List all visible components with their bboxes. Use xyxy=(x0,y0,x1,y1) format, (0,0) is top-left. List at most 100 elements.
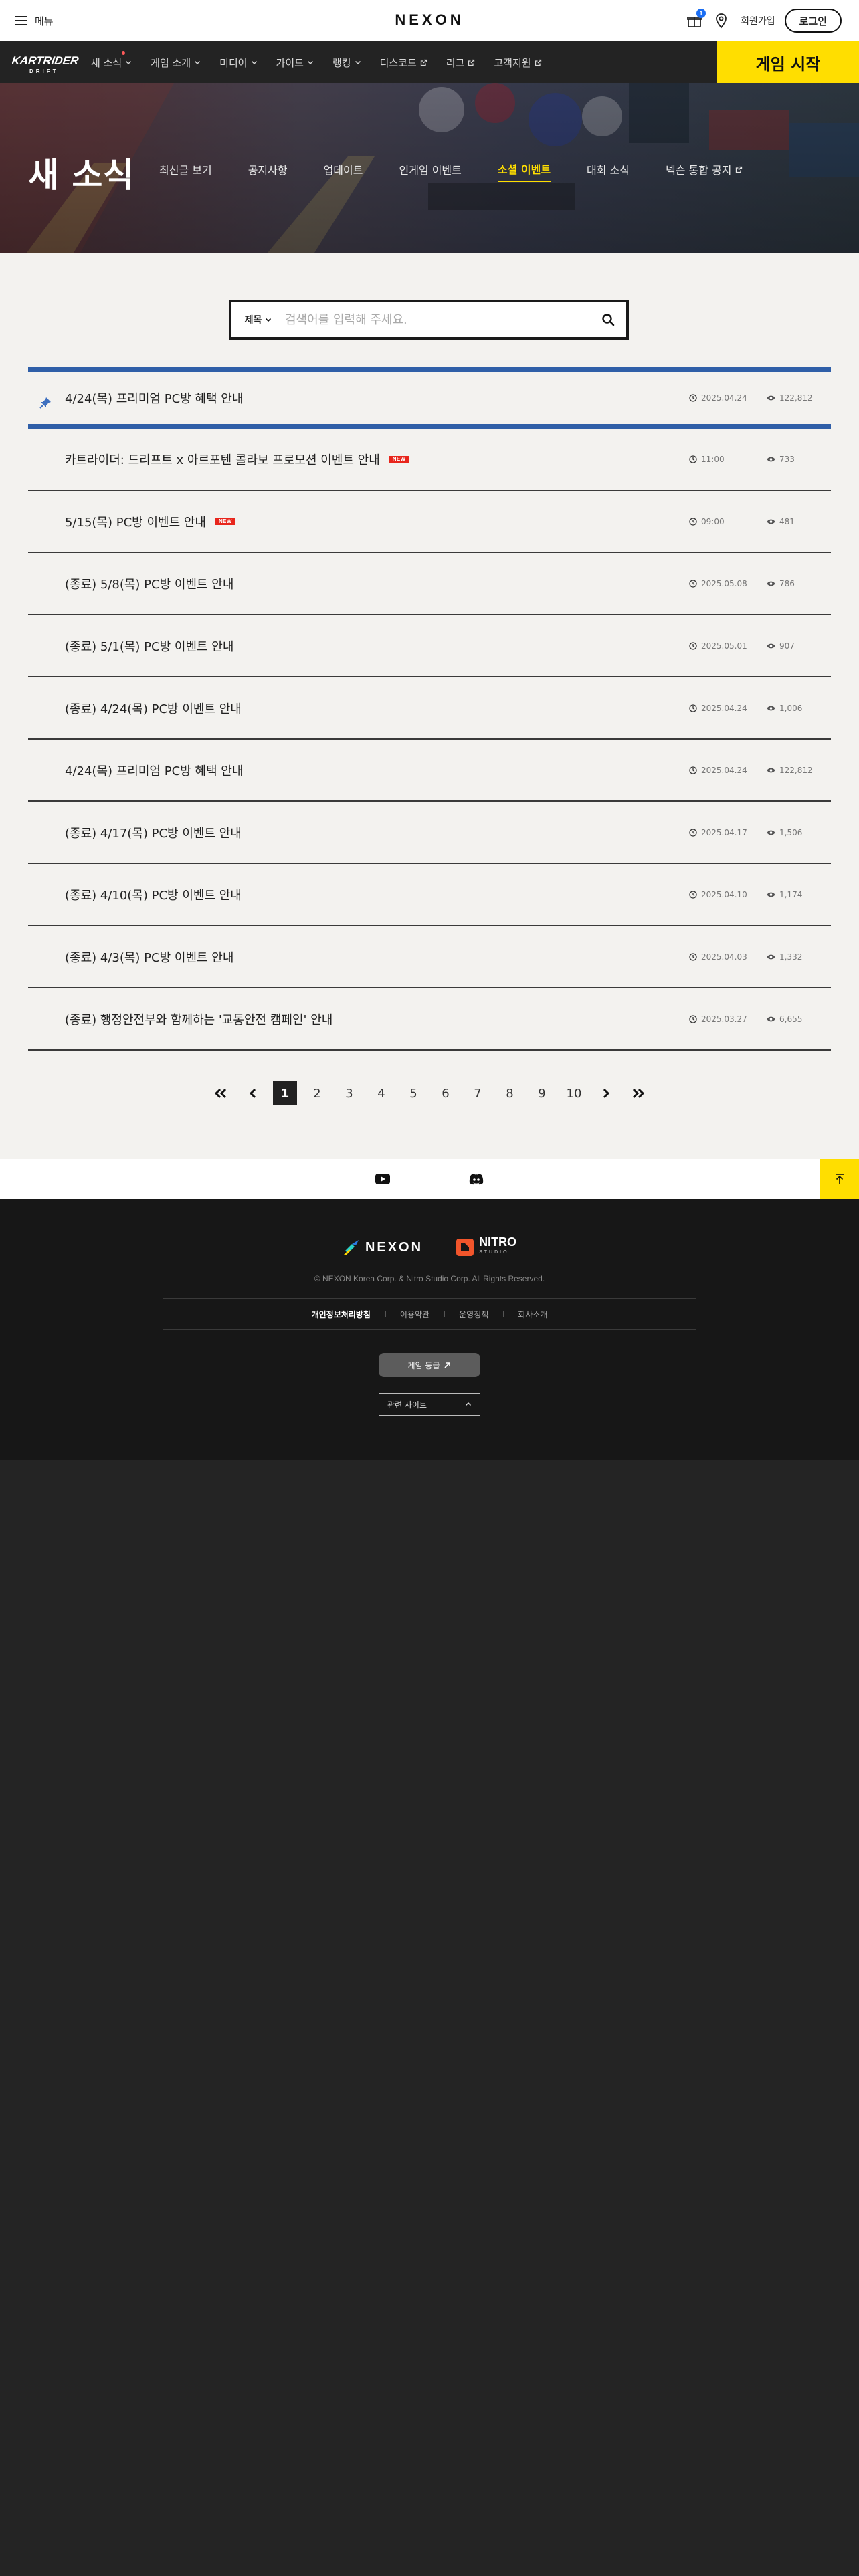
post-title: 4/24(목) 프리미엄 PC방 혜택 안내 xyxy=(65,392,244,406)
eye-icon xyxy=(767,892,775,897)
nav-item-label: 미디어 xyxy=(219,56,248,69)
post-row[interactable]: 5/15(목) PC방 이벤트 안내 NEW 09:00 481 xyxy=(28,491,831,553)
post-title-text: (종료) 5/8(목) PC방 이벤트 안내 xyxy=(65,577,234,592)
clock-icon xyxy=(689,517,697,526)
page-number-button[interactable]: 10 xyxy=(562,1081,586,1105)
nav-item[interactable]: 랭킹 xyxy=(332,56,361,70)
page-number-button[interactable]: 6 xyxy=(434,1081,458,1105)
footer-nitro-logo[interactable]: NITRO STUDIO xyxy=(455,1236,516,1258)
youtube-icon[interactable] xyxy=(374,1170,391,1188)
prev-page-button[interactable] xyxy=(241,1081,265,1105)
eye-icon xyxy=(767,706,775,710)
nav-item[interactable]: 고객지원 xyxy=(494,56,541,70)
clock-icon xyxy=(689,704,697,712)
footer-link[interactable]: 이용약관 xyxy=(385,1309,444,1320)
nav-item[interactable]: 미디어 xyxy=(219,56,257,70)
kartrider-logo[interactable]: KARTRIDER DRIFT xyxy=(12,49,82,76)
post-views-text: 1,506 xyxy=(779,827,803,837)
external-link-icon xyxy=(468,59,475,66)
scroll-to-top-button[interactable] xyxy=(820,1159,859,1199)
category-tab[interactable]: 최신글 보기 xyxy=(159,160,212,182)
post-row[interactable]: (종료) 행정안전부와 함께하는 '교통안전 캠페인' 안내 2025.03.27… xyxy=(28,988,831,1051)
post-row[interactable]: 카트라이더: 드리프트 x 아르포텐 콜라보 프로모션 이벤트 안내 NEW 11:… xyxy=(28,429,831,491)
arrow-up-icon xyxy=(836,1174,844,1184)
post-row[interactable]: (종료) 4/24(목) PC방 이벤트 안내 2025.04.24 1,006 xyxy=(28,677,831,740)
next-page-button[interactable] xyxy=(594,1081,618,1105)
menu-button[interactable]: 메뉴 xyxy=(15,12,54,29)
category-tab-label: 최신글 보기 xyxy=(159,164,212,177)
page-number-button[interactable]: 4 xyxy=(369,1081,393,1105)
category-tab[interactable]: 넥슨 통합 공지 xyxy=(666,160,743,182)
footer-link[interactable]: 운영정책 xyxy=(444,1309,503,1320)
topbar-actions: 1 회원가입 로그인 xyxy=(676,8,842,33)
post-title-text: 카트라이더: 드리프트 x 아르포텐 콜라보 프로모션 이벤트 안내 xyxy=(65,453,380,467)
post-views: 122,812 xyxy=(767,393,813,403)
footer-nexon-text: NEXON xyxy=(365,1239,423,1255)
page-number-button[interactable]: 2 xyxy=(305,1081,329,1105)
pinned-post-row[interactable]: 4/24(목) 프리미엄 PC방 혜택 안내 2025.04.24 122,81… xyxy=(28,367,831,429)
footer-link[interactable]: 개인정보처리방침 xyxy=(297,1309,385,1320)
eye-icon xyxy=(767,643,775,648)
login-button[interactable]: 로그인 xyxy=(784,9,842,33)
post-date-text: 2025.04.24 xyxy=(701,765,747,775)
post-views-text: 907 xyxy=(779,641,795,651)
game-rating-button[interactable]: 게임 등급 xyxy=(379,1353,480,1377)
discord-icon[interactable] xyxy=(468,1170,485,1188)
post-views: 1,006 xyxy=(767,704,802,713)
post-date-text: 2025.04.03 xyxy=(701,952,747,962)
category-tab[interactable]: 소셜 이벤트 xyxy=(497,160,551,182)
nav-item[interactable]: 디스코드 xyxy=(380,56,427,70)
post-views: 1,174 xyxy=(767,890,802,899)
category-tab[interactable]: 인게임 이벤트 xyxy=(399,160,461,182)
footer-nexon-logo[interactable]: NEXON xyxy=(343,1239,423,1256)
nav-item-label: 새 소식 xyxy=(91,56,122,69)
notification-button[interactable]: 1 xyxy=(686,9,706,29)
post-title-text: (종료) 5/1(목) PC방 이벤트 안내 xyxy=(65,639,234,654)
post-views-text: 122,812 xyxy=(779,765,813,775)
notification-count-badge: 1 xyxy=(696,9,706,18)
post-row[interactable]: (종료) 4/10(목) PC방 이벤트 안내 2025.04.10 1,174 xyxy=(28,864,831,926)
last-page-button[interactable] xyxy=(626,1081,650,1105)
post-row[interactable]: (종료) 4/3(목) PC방 이벤트 안내 2025.04.03 1,332 xyxy=(28,926,831,988)
page-number-button[interactable]: 7 xyxy=(466,1081,490,1105)
page-number-button[interactable]: 8 xyxy=(498,1081,522,1105)
search-filter-dropdown[interactable]: 제목 xyxy=(231,313,285,326)
footer: NEXON NITRO STUDIO © NEXON Korea Corp. &… xyxy=(0,1199,859,1460)
post-views: 481 xyxy=(767,517,795,526)
copyright-text: © NEXON Korea Corp. & Nitro Studio Corp.… xyxy=(314,1274,545,1283)
location-button[interactable] xyxy=(712,12,730,29)
category-tab[interactable]: 대회 소식 xyxy=(587,160,630,182)
page-number-button[interactable]: 3 xyxy=(337,1081,361,1105)
post-row[interactable]: 4/24(목) 프리미엄 PC방 혜택 안내 2025.04.24 122,812 xyxy=(28,740,831,802)
page-number-button[interactable]: 1 xyxy=(273,1081,297,1105)
game-start-button[interactable]: 게임 시작 xyxy=(717,41,859,83)
category-tab[interactable]: 업데이트 xyxy=(324,160,363,182)
nav-item[interactable]: 새 소식 xyxy=(91,51,132,70)
svg-text:KARTRIDER: KARTRIDER xyxy=(12,54,80,67)
post-row[interactable]: (종료) 5/8(목) PC방 이벤트 안내 2025.05.08 786 xyxy=(28,553,831,615)
search-input[interactable] xyxy=(285,302,590,337)
clock-icon xyxy=(689,890,697,899)
post-date: 2025.04.24 xyxy=(689,766,747,775)
post-row[interactable]: (종료) 5/1(목) PC방 이벤트 안내 2025.05.01 907 xyxy=(28,615,831,677)
double-chevron-left-icon xyxy=(214,1088,227,1099)
page-number-button[interactable]: 9 xyxy=(530,1081,554,1105)
family-site-select[interactable]: 관련 사이트 xyxy=(379,1393,480,1416)
page-number-button[interactable]: 5 xyxy=(401,1081,425,1105)
post-title-text: (종료) 4/10(목) PC방 이벤트 안내 xyxy=(65,888,242,903)
nav-item[interactable]: 가이드 xyxy=(276,56,314,70)
nav-item[interactable]: 게임 소개 xyxy=(151,56,201,70)
signup-link[interactable]: 회원가입 xyxy=(741,14,775,27)
post-row[interactable]: (종료) 4/17(목) PC방 이벤트 안내 2025.04.17 1,506 xyxy=(28,802,831,864)
pagination: 1 2 3 4 5 6 7 8 9 10 xyxy=(0,1081,859,1105)
search-button[interactable] xyxy=(590,302,626,337)
first-page-button[interactable] xyxy=(209,1081,233,1105)
category-tab[interactable]: 공지사항 xyxy=(248,160,288,182)
post-views: 786 xyxy=(767,579,795,588)
pin-icon xyxy=(39,397,51,409)
post-title: (종료) 5/8(목) PC방 이벤트 안내 xyxy=(65,575,233,593)
nav-item[interactable]: 리그 xyxy=(446,56,476,70)
footer-link[interactable]: 회사소개 xyxy=(503,1309,562,1320)
chevron-down-icon xyxy=(195,60,201,65)
hamburger-icon xyxy=(15,16,27,25)
